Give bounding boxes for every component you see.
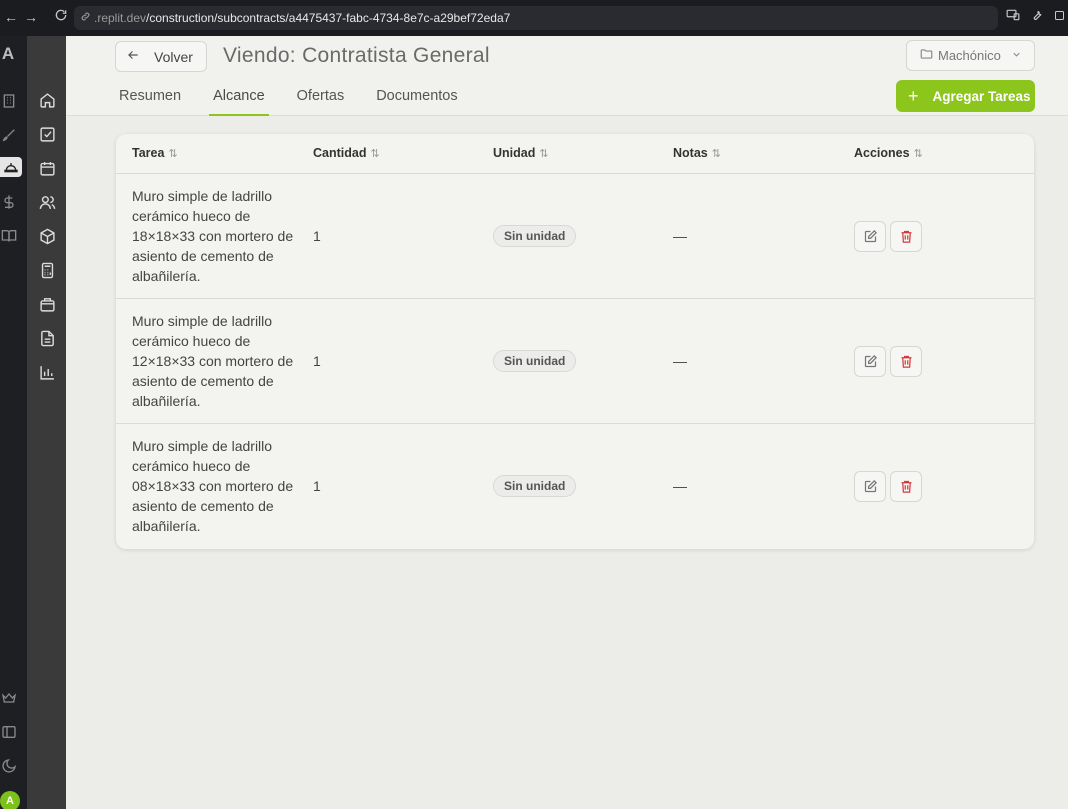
sort-icon: ⇅ [711, 148, 721, 160]
notes-cell: — [673, 228, 687, 244]
back-button[interactable]: Volver [115, 41, 207, 72]
table-row: Muro simple de ladrillo cerámico hueco d… [116, 299, 1034, 424]
edit-icon [864, 354, 877, 368]
calculator-icon[interactable] [37, 260, 57, 280]
browser-back-icon[interactable]: ← [0, 9, 22, 25]
notes-cell: — [673, 478, 687, 494]
sidebar-toggle-icon[interactable] [0, 722, 18, 742]
project-select[interactable]: Machónico [906, 40, 1035, 71]
edit-button[interactable] [854, 471, 886, 502]
page-header: Volver Viendo: Contratista General Machó… [66, 36, 1068, 116]
workspace-logo[interactable]: A [0, 44, 16, 64]
add-tasks-label: Agregar Tareas [932, 88, 1031, 104]
user-avatar[interactable]: A [0, 791, 20, 809]
hard-hat-icon[interactable] [0, 157, 22, 177]
moon-icon[interactable] [0, 756, 18, 776]
sort-icon: ⇅ [168, 148, 178, 160]
box-icon[interactable] [37, 226, 57, 246]
sort-icon: ⇅ [913, 148, 923, 160]
unit-badge: Sin unidad [493, 350, 577, 372]
brush-icon[interactable] [0, 125, 18, 145]
quantity-cell: 1 [313, 353, 321, 369]
delete-button[interactable] [890, 471, 922, 502]
trash-icon [901, 355, 911, 368]
back-button-label: Volver [154, 48, 193, 65]
table-row: Muro simple de ladrillo cerámico hueco d… [116, 174, 1034, 299]
arrow-left-icon [126, 48, 140, 65]
delete-button[interactable] [890, 221, 922, 252]
browser-toolbar: ← → .replit.dev/construction/subcontract… [0, 0, 1068, 36]
calendar-icon[interactable] [37, 158, 57, 178]
task-cell: Muro simple de ladrillo cerámico hueco d… [132, 438, 294, 534]
folder-icon [919, 47, 934, 64]
devices-icon[interactable] [1006, 8, 1020, 25]
quantity-cell: 1 [313, 478, 321, 494]
trash-icon [901, 230, 911, 243]
unit-badge: Sin unidad [493, 475, 577, 497]
url-host: .replit.dev [94, 11, 147, 25]
task-cell: Muro simple de ladrillo cerámico hueco d… [132, 313, 294, 409]
dollar-icon[interactable] [0, 192, 18, 212]
tab-documentos[interactable]: Documentos [376, 84, 457, 116]
book-icon[interactable] [0, 226, 18, 246]
table-row: Muro simple de ladrillo cerámico hueco d… [116, 424, 1034, 549]
crown-icon[interactable] [0, 688, 18, 708]
tab-ofertas[interactable]: Ofertas [297, 84, 345, 116]
nav-sidebar [27, 36, 66, 809]
external-link-icon[interactable] [1054, 8, 1066, 25]
column-header-unidad[interactable]: Unidad ⇅ [493, 146, 549, 160]
delete-button[interactable] [890, 346, 922, 377]
building-icon[interactable] [0, 91, 18, 111]
edit-button[interactable] [854, 346, 886, 377]
edit-icon [864, 479, 877, 493]
column-header-tarea[interactable]: Tarea ⇅ [132, 146, 178, 160]
trash-icon [901, 480, 911, 493]
sort-icon: ⇅ [539, 148, 549, 160]
tab-bar: Resumen Alcance Ofertas Documentos [119, 84, 490, 116]
address-bar[interactable]: .replit.dev/construction/subcontracts/a4… [74, 6, 998, 30]
browser-forward-icon[interactable]: → [20, 9, 42, 25]
notes-cell: — [673, 353, 687, 369]
column-header-acciones[interactable]: Acciones ⇅ [854, 146, 923, 160]
tab-resumen[interactable]: Resumen [119, 84, 181, 116]
quantity-cell: 1 [313, 228, 321, 244]
task-cell: Muro simple de ladrillo cerámico hueco d… [132, 188, 294, 284]
table-header: Tarea ⇅ Cantidad ⇅ Unidad ⇅ Notas ⇅ Acciones… [116, 134, 1034, 174]
package-icon[interactable] [37, 294, 57, 314]
chevron-down-icon [1011, 48, 1022, 63]
plus-icon: + [908, 86, 919, 106]
link-icon [80, 11, 91, 25]
project-select-value: Machónico [938, 48, 1001, 63]
edit-button[interactable] [854, 221, 886, 252]
main-content: Volver Viendo: Contratista General Machó… [66, 36, 1068, 809]
scope-table: Tarea ⇅ Cantidad ⇅ Unidad ⇅ Notas ⇅ Acciones… [116, 134, 1034, 549]
home-icon[interactable] [37, 90, 57, 110]
edit-icon [864, 229, 877, 243]
url-path: /construction/subcontracts/a4475437-fabc… [146, 11, 511, 25]
unit-badge: Sin unidad [493, 225, 577, 247]
wrench-icon[interactable] [1030, 8, 1044, 25]
checkbox-icon[interactable] [37, 124, 57, 144]
sort-icon: ⇅ [370, 148, 380, 160]
column-header-cantidad[interactable]: Cantidad ⇅ [313, 146, 380, 160]
tab-alcance[interactable]: Alcance [209, 84, 269, 116]
browser-tools [1006, 8, 1068, 25]
browser-reload-icon[interactable] [50, 8, 72, 25]
add-tasks-button[interactable]: + Agregar Tareas [896, 80, 1035, 112]
column-header-notas[interactable]: Notas ⇅ [673, 146, 721, 160]
page-title: Viendo: Contratista General [223, 44, 490, 67]
bar-chart-icon[interactable] [37, 362, 57, 382]
users-icon[interactable] [37, 192, 57, 212]
workspace-strip: A A [0, 36, 27, 809]
file-icon[interactable] [37, 328, 57, 348]
